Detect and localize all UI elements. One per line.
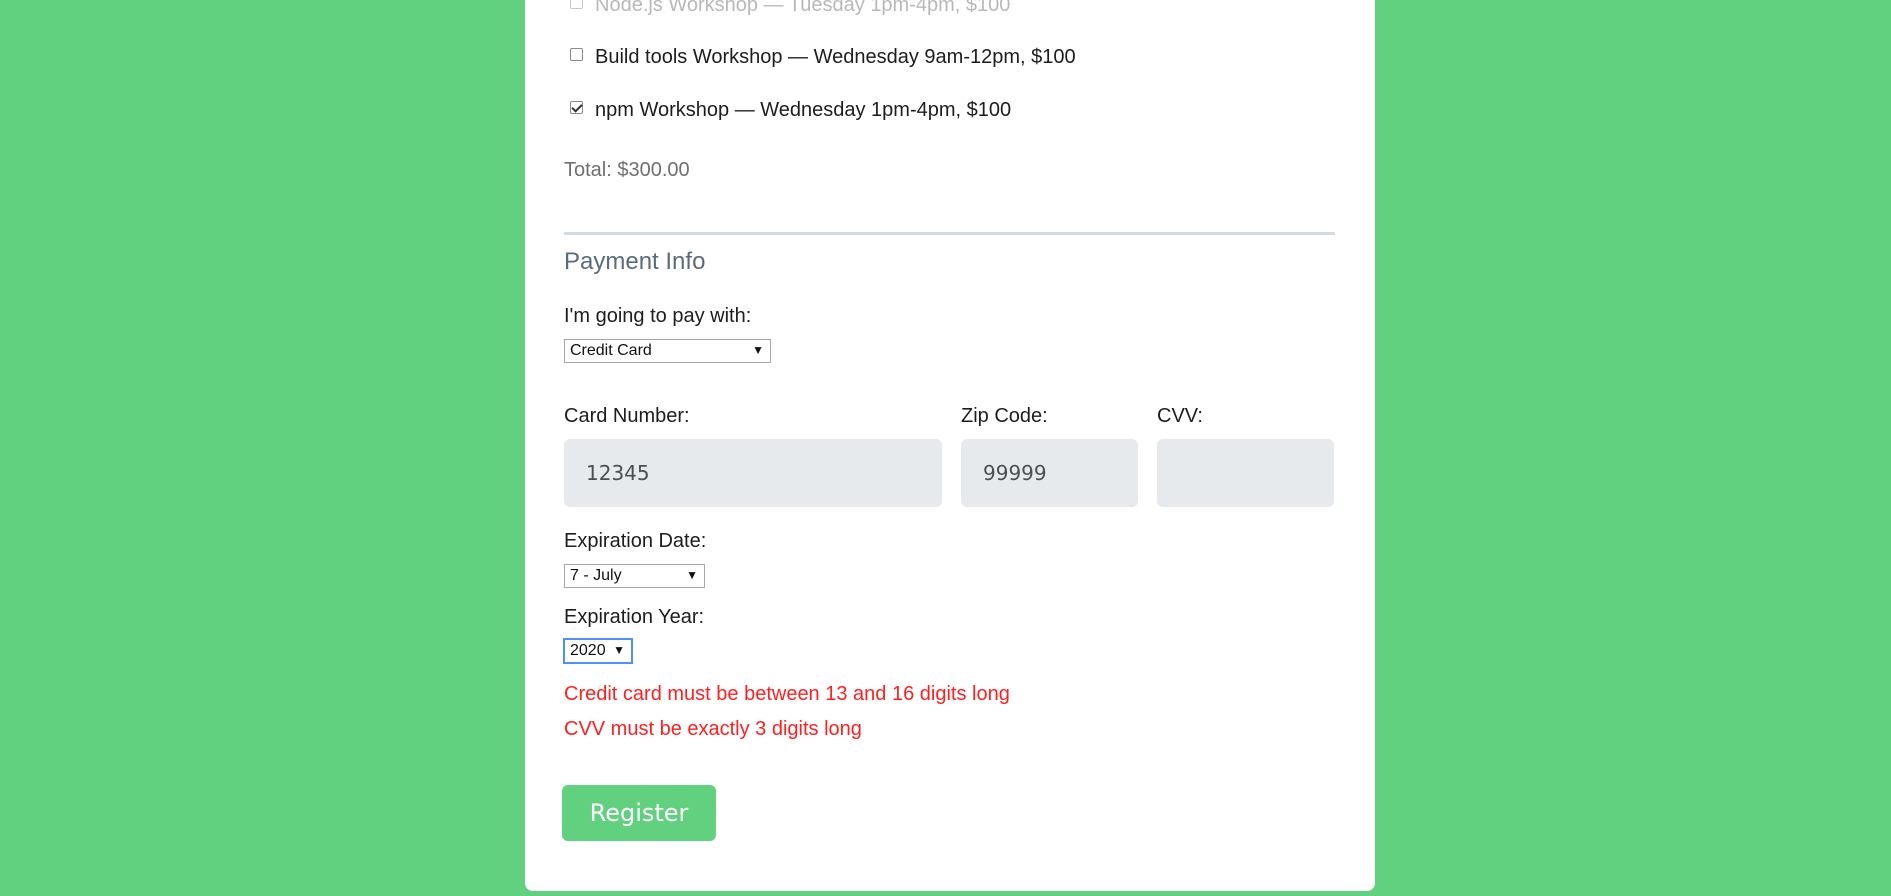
payment-info-title: Payment Info — [564, 248, 706, 275]
expiration-date-label: Expiration Date: — [564, 530, 707, 552]
expiration-date-value: 7 - July — [570, 567, 622, 584]
zip-code-input[interactable]: 99999 — [961, 439, 1138, 507]
card-number-value: 12345 — [586, 461, 650, 485]
workshop-option-npm[interactable]: npm Workshop — Wednesday 1pm-4pm, $100 — [570, 99, 1011, 122]
zip-code-value: 99999 — [983, 461, 1047, 485]
cvv-error: CVV must be exactly 3 digits long — [564, 718, 862, 740]
payment-method-label: I'm going to pay with: — [564, 305, 752, 327]
payment-method-select[interactable]: Credit Card ▼ — [564, 339, 771, 363]
workshop-option-nodejs[interactable]: Node.js Workshop — Tuesday 1pm-4pm, $100 — [570, 0, 1010, 17]
checkbox-icon[interactable] — [570, 101, 583, 114]
card-number-label: Card Number: — [564, 405, 690, 427]
chevron-down-icon: ▼ — [686, 568, 698, 582]
section-divider — [564, 232, 1335, 235]
register-button[interactable]: Register — [562, 785, 716, 841]
card-number-error: Credit card must be between 13 and 16 di… — [564, 683, 1010, 705]
expiration-date-select[interactable]: 7 - July ▼ — [564, 564, 705, 588]
checkbox-icon[interactable] — [570, 0, 583, 9]
workshop-label: Build tools Workshop — Wednesday 9am-12p… — [595, 46, 1076, 68]
expiration-year-select[interactable]: 2020 ▼ — [564, 639, 632, 663]
workshop-label: npm Workshop — Wednesday 1pm-4pm, $100 — [595, 99, 1012, 121]
workshop-option-build-tools[interactable]: Build tools Workshop — Wednesday 9am-12p… — [570, 46, 1076, 69]
chevron-down-icon: ▼ — [752, 343, 764, 357]
total-amount: Total: $300.00 — [564, 159, 690, 181]
page: Node.js Workshop — Tuesday 1pm-4pm, $100… — [0, 0, 1891, 896]
expiration-year-value: 2020 — [570, 642, 606, 659]
cvv-label: CVV: — [1157, 405, 1203, 427]
checkbox-icon[interactable] — [570, 48, 583, 61]
card-number-input[interactable]: 12345 — [564, 439, 942, 507]
payment-method-value: Credit Card — [570, 342, 652, 359]
zip-code-label: Zip Code: — [961, 405, 1048, 427]
workshop-label: Node.js Workshop — Tuesday 1pm-4pm, $100 — [595, 0, 1011, 16]
chevron-down-icon: ▼ — [613, 643, 625, 657]
cvv-input[interactable] — [1157, 439, 1334, 507]
expiration-year-label: Expiration Year: — [564, 606, 705, 628]
